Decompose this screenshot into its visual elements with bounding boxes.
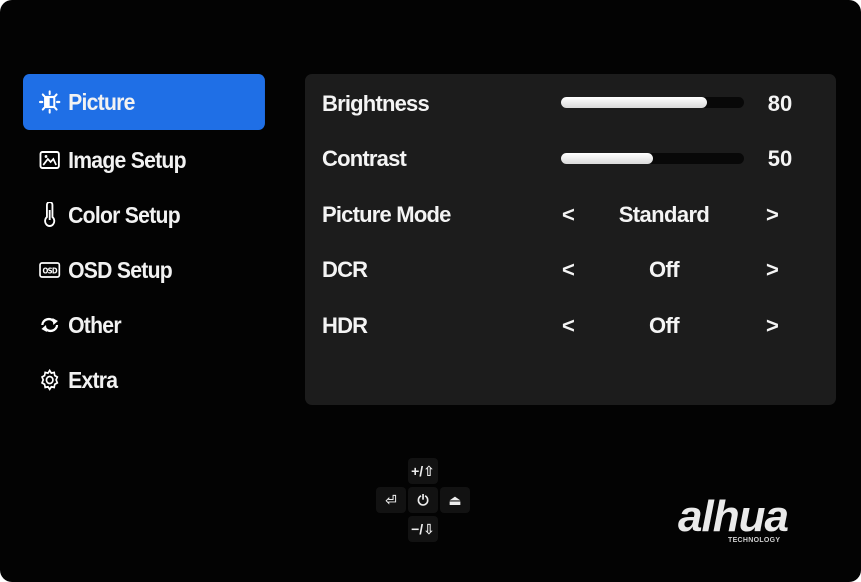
picture-mode-label: Picture Mode (322, 202, 451, 227)
osd-icon: OSD (38, 257, 62, 283)
contrast-value: 50 (767, 146, 793, 171)
sidebar-item-label: Picture (68, 88, 135, 115)
contrast-slider-fill (561, 153, 653, 164)
sidebar-item-label: OSD Setup (68, 256, 173, 283)
contrast-slider[interactable] (561, 153, 744, 164)
thermometer-icon (38, 202, 62, 228)
sidebar-item-other[interactable]: Other (23, 297, 265, 353)
brightness-icon (38, 89, 62, 115)
up-plus-key[interactable]: +/⇧ (408, 458, 438, 484)
back-key[interactable]: ⏎ (376, 487, 406, 513)
enter-key[interactable]: ⏏ (440, 487, 470, 513)
power-key[interactable]: ⏻ (408, 487, 438, 513)
gear-icon (38, 367, 62, 393)
sidebar-item-label: Color Setup (68, 201, 181, 228)
brightness-slider-fill (561, 97, 708, 108)
sidebar-item-picture[interactable]: Picture (23, 74, 265, 130)
down-minus-key[interactable]: −/⇩ (408, 516, 438, 542)
sidebar-item-color-setup[interactable]: Color Setup (23, 187, 265, 243)
sidebar-item-label: Extra (68, 366, 118, 393)
brand-logo: alhua (678, 492, 789, 541)
hdr-label: HDR (322, 313, 368, 338)
contrast-label: Contrast (322, 146, 407, 171)
sidebar-item-extra[interactable]: Extra (23, 352, 265, 408)
image-icon (38, 147, 62, 173)
hdr-value: Off (649, 313, 680, 338)
hdr-left-arrow[interactable]: < (562, 313, 575, 339)
dcr-label: DCR (322, 257, 368, 282)
sidebar-item-osd-setup[interactable]: OSD OSD Setup (23, 242, 265, 298)
brightness-slider[interactable] (561, 97, 744, 108)
osd-screen: Picture Image Setup Color Setup OSD OSD … (0, 0, 861, 582)
brand-tagline: TECHNOLOGY (728, 537, 781, 544)
osd-icon-text: OSD (43, 266, 58, 275)
sidebar-item-label: Image Setup (68, 146, 186, 173)
picture-mode-right-arrow[interactable]: > (766, 202, 779, 228)
sidebar-item-label: Other (68, 311, 121, 338)
dcr-value: Off (649, 257, 680, 282)
sidebar-item-image-setup[interactable]: Image Setup (23, 132, 265, 188)
dcr-left-arrow[interactable]: < (562, 257, 575, 283)
settings-panel (305, 74, 836, 405)
dcr-right-arrow[interactable]: > (766, 257, 779, 283)
picture-mode-left-arrow[interactable]: < (562, 202, 575, 228)
cycle-icon (38, 312, 62, 338)
picture-mode-value: Standard (618, 202, 710, 227)
brightness-label: Brightness (322, 91, 430, 116)
hdr-right-arrow[interactable]: > (766, 313, 779, 339)
brightness-value: 80 (767, 91, 793, 116)
